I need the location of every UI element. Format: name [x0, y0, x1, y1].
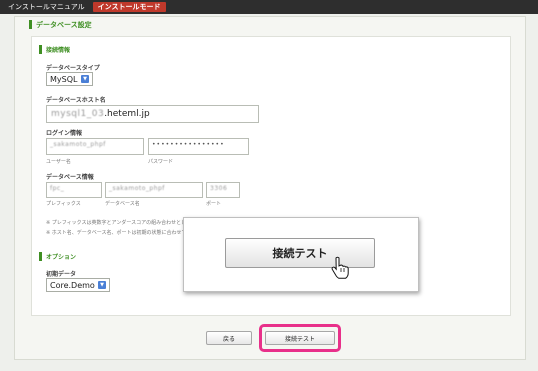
chevron-down-icon: ▼	[98, 281, 106, 289]
dbname-input[interactable]: _sakamoto_phpf	[105, 182, 203, 198]
db-type-label: データベースタイプ	[46, 65, 100, 72]
top-bar: インストールマニュアル インストールモード	[0, 0, 538, 14]
db-type-value: MySQL	[50, 74, 78, 84]
db-type-select[interactable]: MySQL ▼	[46, 72, 93, 86]
password-input[interactable]: ••••••••••••••••	[148, 138, 249, 155]
dbinfo-label: データベース情報	[46, 174, 94, 181]
prefix-caption: プレフィックス	[46, 201, 81, 207]
chevron-down-icon: ▼	[81, 75, 89, 83]
port-caption: ポート	[206, 201, 222, 207]
initial-data-label: 初期データ	[46, 271, 77, 278]
port-input[interactable]: 3306	[206, 182, 240, 198]
options-heading: オプション	[38, 252, 77, 261]
highlight-frame	[259, 324, 341, 352]
callout-connection-test-button[interactable]: 接続テスト	[225, 238, 375, 268]
user-input[interactable]: _sakamoto_phpf	[46, 138, 144, 155]
password-caption: パスワード	[148, 159, 174, 165]
initial-data-select[interactable]: Core.Demo ▼	[46, 278, 110, 292]
host-value: .heteml.jp	[104, 109, 150, 119]
note-host: ※ ホスト名、データベース名、ポートは初期の状態に合わせて値を	[46, 230, 197, 236]
note-prefix: ※ プレフィックスは英数字とアンダースコアの組み合わせとし末尾	[46, 220, 197, 226]
user-caption: ユーザー名	[46, 159, 71, 165]
manual-link[interactable]: インストールマニュアル	[0, 0, 93, 14]
login-label: ログイン情報	[46, 130, 83, 137]
host-input[interactable]: mysql1_03.heteml.jp	[46, 105, 259, 123]
prefix-input[interactable]: fpc_	[46, 182, 102, 198]
hand-cursor-icon	[331, 256, 349, 279]
dbname-caption: データベース名	[105, 201, 140, 207]
initial-data-value: Core.Demo	[50, 280, 95, 290]
connection-heading: 接続情報	[38, 45, 71, 54]
page-title: データベース設定	[29, 20, 92, 29]
host-value-blurred: mysql1_03	[51, 109, 105, 119]
install-mode-badge[interactable]: インストールモード	[92, 2, 166, 12]
back-button[interactable]: 戻る	[206, 331, 252, 345]
host-label: データベースホスト名	[46, 97, 106, 104]
